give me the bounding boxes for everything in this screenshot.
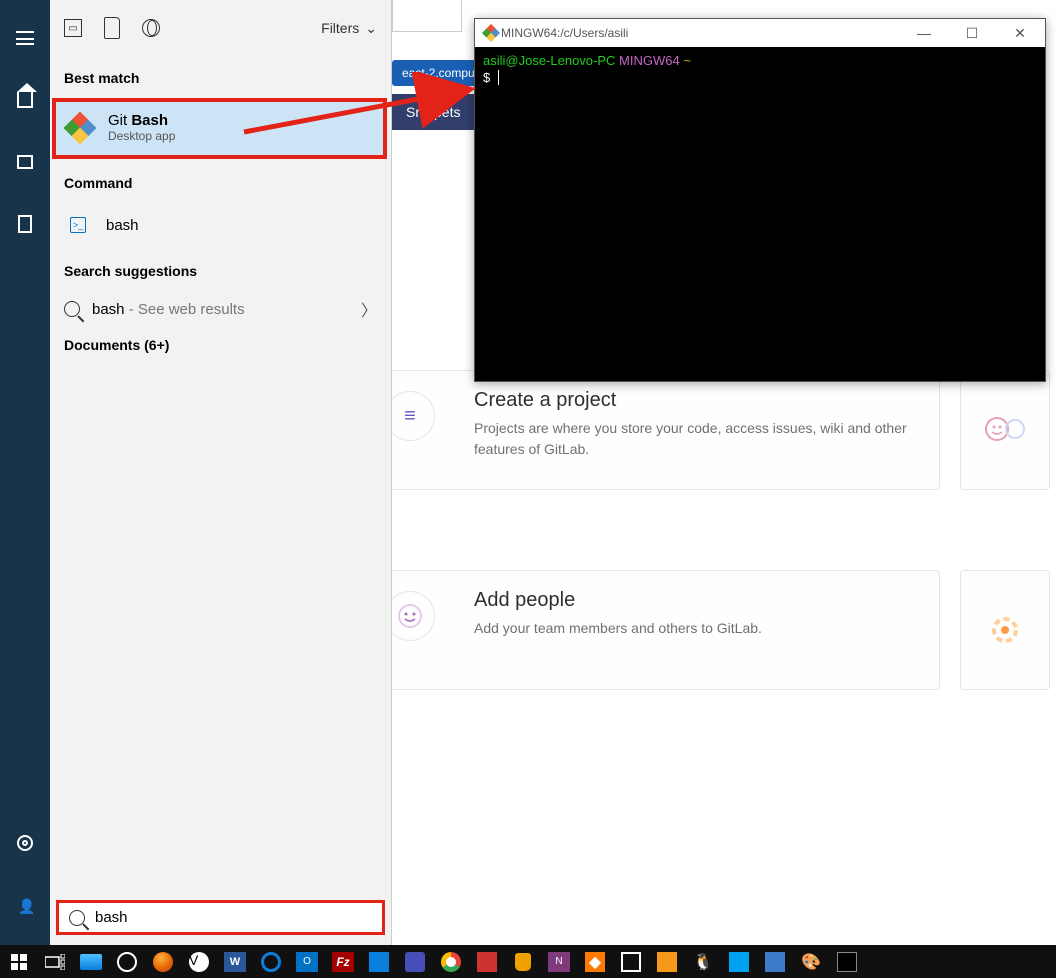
vscode-icon[interactable]	[366, 949, 392, 975]
term-app-icon	[483, 25, 498, 40]
search-icon	[64, 301, 80, 317]
term-line-1: asili@Jose-Lenovo-PC MINGW64 ~	[483, 53, 1037, 70]
menu-icon[interactable]	[0, 18, 50, 58]
filters-label[interactable]: Filters	[321, 20, 359, 36]
pdf-icon[interactable]: ◆	[582, 949, 608, 975]
onenote-icon[interactable]: N	[546, 949, 572, 975]
store-icon[interactable]	[618, 949, 644, 975]
cmd-icon: >_	[64, 211, 92, 239]
search-input[interactable]	[95, 909, 372, 926]
bash-command-result[interactable]: >_ bash	[50, 201, 391, 249]
git-bash-icon	[66, 114, 94, 142]
term-body[interactable]: asili@Jose-Lenovo-PC MINGW64 ~ $	[475, 47, 1045, 93]
term-title: MINGW64:/c/Users/asili	[501, 26, 628, 40]
apps-filter-icon[interactable]: ▭	[64, 19, 82, 37]
project-icon: ≡	[385, 391, 435, 441]
photos-icon[interactable]	[726, 949, 752, 975]
create-title: Create a project	[474, 389, 921, 412]
linux-icon[interactable]: 🐧	[690, 949, 716, 975]
taskbar: V W O Fz N ◆ 🐧 🎨	[0, 945, 1056, 978]
outlook-icon[interactable]: O	[294, 949, 320, 975]
git-bash-window[interactable]: MINGW64:/c/Users/asili ― ☐ ✕ asili@Jose-…	[474, 18, 1046, 382]
term-titlebar[interactable]: MINGW64:/c/Users/asili ― ☐ ✕	[475, 19, 1045, 47]
snippets-button[interactable]: Snippets	[392, 94, 474, 130]
paint-icon[interactable]: 🎨	[798, 949, 824, 975]
term-line-2: $	[483, 70, 1037, 87]
close-button[interactable]: ✕	[1003, 25, 1037, 42]
start-button[interactable]	[6, 949, 32, 975]
documents-label[interactable]: Documents (6+)	[50, 329, 391, 361]
search-input-wrap[interactable]	[56, 900, 385, 935]
app-icon[interactable]	[474, 949, 500, 975]
gitlab-group-card[interactable]	[960, 370, 1050, 490]
audible-icon[interactable]	[654, 949, 680, 975]
gitlab-create-card[interactable]: ≡ Create a project Projects are where yo…	[385, 370, 940, 490]
firefox-icon[interactable]	[150, 949, 176, 975]
keepass-icon[interactable]	[762, 949, 788, 975]
documents-rail-icon[interactable]	[0, 204, 50, 244]
docs-filter-icon[interactable]	[104, 17, 120, 39]
apps-icon[interactable]	[0, 142, 50, 182]
git-bash-sub: Desktop app	[108, 129, 175, 143]
suggestions-label: Search suggestions	[50, 249, 391, 289]
chevron-right-icon: 〉	[361, 297, 377, 321]
word-icon[interactable]: W	[222, 949, 248, 975]
maximize-button[interactable]: ☐	[955, 25, 989, 42]
explorer-icon[interactable]	[78, 949, 104, 975]
web-result-text: bash - See web results	[92, 301, 245, 318]
chevron-down-icon[interactable]: ⌄	[365, 20, 377, 37]
bash-web-result[interactable]: bash - See web results 〉	[50, 289, 391, 329]
gitlab-people-card[interactable]: Add people Add your team members and oth…	[385, 570, 940, 690]
edge-icon[interactable]	[258, 949, 284, 975]
web-filter-icon[interactable]	[142, 19, 160, 37]
people-icon	[385, 591, 435, 641]
browser-tab-thumb[interactable]	[392, 0, 462, 32]
minimize-button[interactable]: ―	[907, 25, 941, 42]
settings-rail-icon[interactable]	[0, 823, 50, 863]
group-icon	[980, 405, 1030, 455]
add-people-desc: Add your team members and others to GitL…	[474, 618, 921, 639]
start-rail: 👤	[0, 0, 50, 945]
command-label: Command	[50, 161, 391, 201]
create-desc: Projects are where you store your code, …	[474, 418, 921, 460]
gear-icon	[980, 605, 1030, 655]
bash-command-text: bash	[106, 217, 139, 234]
git-bash-name: Git Bash	[108, 112, 175, 129]
chrome-icon[interactable]	[438, 949, 464, 975]
add-people-title: Add people	[474, 589, 921, 612]
gitbash-taskbar-icon[interactable]	[834, 949, 860, 975]
search-panel-top: ▭ Filters ⌄	[50, 0, 391, 56]
search-input-icon	[69, 910, 85, 926]
gitlab-settings-card[interactable]	[960, 570, 1050, 690]
cortana-icon[interactable]	[114, 949, 140, 975]
best-match-label: Best match	[50, 56, 391, 96]
home-icon[interactable]	[0, 80, 50, 120]
git-bash-result[interactable]: Git Bash Desktop app	[52, 98, 387, 159]
filezilla-icon[interactable]: Fz	[330, 949, 356, 975]
account-rail-icon[interactable]: 👤	[0, 885, 50, 925]
database-icon[interactable]	[510, 949, 536, 975]
vivaldi-icon[interactable]: V	[186, 949, 212, 975]
search-panel: ▭ Filters ⌄ Best match Git Bash Desktop …	[50, 0, 392, 945]
teams-icon[interactable]	[402, 949, 428, 975]
taskview-icon[interactable]	[42, 949, 68, 975]
